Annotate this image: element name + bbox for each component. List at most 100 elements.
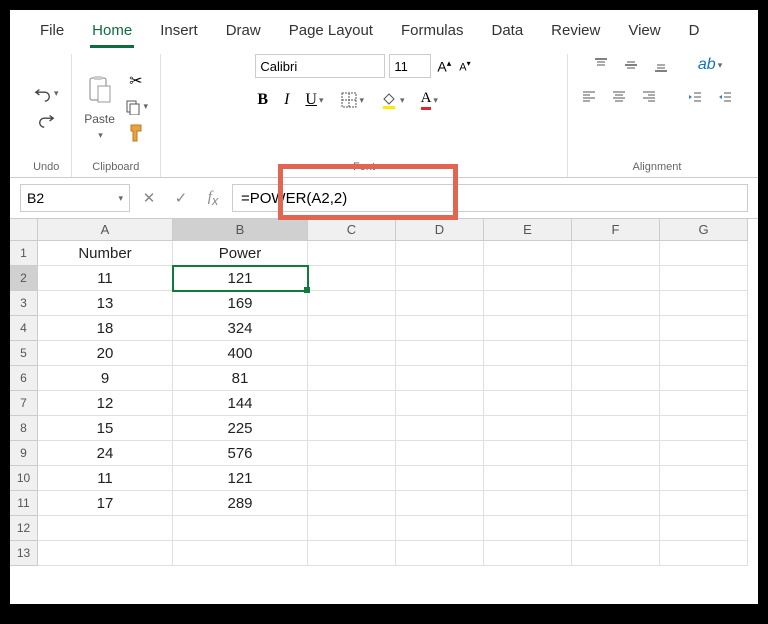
cell-C1[interactable]: [308, 241, 396, 266]
cell-A5[interactable]: 20: [38, 341, 173, 366]
cell-B7[interactable]: 144: [173, 391, 308, 416]
column-header[interactable]: D: [396, 219, 484, 241]
cell-B9[interactable]: 576: [173, 441, 308, 466]
cell-E6[interactable]: [484, 366, 572, 391]
cell-B13[interactable]: [173, 541, 308, 566]
cell-D13[interactable]: [396, 541, 484, 566]
formula-input[interactable]: =POWER(A2,2): [232, 184, 748, 212]
cell-E12[interactable]: [484, 516, 572, 541]
cell-F7[interactable]: [572, 391, 660, 416]
tab-formulas[interactable]: Formulas: [399, 18, 466, 48]
column-header[interactable]: G: [660, 219, 748, 241]
cell-D11[interactable]: [396, 491, 484, 516]
cell-E11[interactable]: [484, 491, 572, 516]
cell-B12[interactable]: [173, 516, 308, 541]
cell-A7[interactable]: 12: [38, 391, 173, 416]
cell-G2[interactable]: [660, 266, 748, 291]
font-name-select[interactable]: [255, 54, 385, 78]
cell-B10[interactable]: 121: [173, 466, 308, 491]
tab-draw[interactable]: Draw: [224, 18, 263, 48]
cell-C9[interactable]: [308, 441, 396, 466]
cell-B5[interactable]: 400: [173, 341, 308, 366]
cell-C13[interactable]: [308, 541, 396, 566]
enter-formula-button[interactable]: ✓: [168, 185, 194, 211]
cell-C7[interactable]: [308, 391, 396, 416]
cell-F1[interactable]: [572, 241, 660, 266]
cell-G6[interactable]: [660, 366, 748, 391]
row-header[interactable]: 3: [10, 291, 38, 316]
cell-E2[interactable]: [484, 266, 572, 291]
cell-F5[interactable]: [572, 341, 660, 366]
row-header[interactable]: 7: [10, 391, 38, 416]
tab-file[interactable]: File: [38, 18, 66, 48]
cell-C2[interactable]: [308, 266, 396, 291]
cell-A8[interactable]: 15: [38, 416, 173, 441]
name-box[interactable]: B2 ▾: [20, 184, 130, 212]
cell-E7[interactable]: [484, 391, 572, 416]
cell-B6[interactable]: 81: [173, 366, 308, 391]
cell-G4[interactable]: [660, 316, 748, 341]
cell-A12[interactable]: [38, 516, 173, 541]
cell-E1[interactable]: [484, 241, 572, 266]
cell-E4[interactable]: [484, 316, 572, 341]
cell-D12[interactable]: [396, 516, 484, 541]
cancel-formula-button[interactable]: ✕: [136, 185, 162, 211]
cell-E10[interactable]: [484, 466, 572, 491]
row-header[interactable]: 10: [10, 466, 38, 491]
orientation-button[interactable]: ab▾: [696, 54, 725, 76]
cell-G11[interactable]: [660, 491, 748, 516]
borders-button[interactable]: ▾: [338, 89, 367, 111]
cell-B1[interactable]: Power: [173, 241, 308, 266]
insert-function-button[interactable]: fx: [200, 185, 226, 211]
row-header[interactable]: 12: [10, 516, 38, 541]
format-painter-button[interactable]: [125, 122, 147, 144]
cell-D10[interactable]: [396, 466, 484, 491]
italic-button[interactable]: I: [282, 89, 291, 111]
row-header[interactable]: 13: [10, 541, 38, 566]
cell-F12[interactable]: [572, 516, 660, 541]
align-left-button[interactable]: [578, 86, 600, 108]
cell-G5[interactable]: [660, 341, 748, 366]
cell-C12[interactable]: [308, 516, 396, 541]
row-header[interactable]: 4: [10, 316, 38, 341]
increase-font-button[interactable]: A▴: [435, 56, 453, 77]
cell-F6[interactable]: [572, 366, 660, 391]
cell-A10[interactable]: 11: [38, 466, 173, 491]
tab-insert[interactable]: Insert: [158, 18, 200, 48]
cell-G12[interactable]: [660, 516, 748, 541]
cell-C11[interactable]: [308, 491, 396, 516]
row-header[interactable]: 8: [10, 416, 38, 441]
cell-D4[interactable]: [396, 316, 484, 341]
cell-G1[interactable]: [660, 241, 748, 266]
cell-C10[interactable]: [308, 466, 396, 491]
align-top-button[interactable]: [590, 54, 612, 76]
cell-B11[interactable]: 289: [173, 491, 308, 516]
underline-button[interactable]: U▾: [303, 89, 325, 111]
copy-button[interactable]: ▾: [122, 96, 151, 118]
cell-E3[interactable]: [484, 291, 572, 316]
cell-C5[interactable]: [308, 341, 396, 366]
cell-A3[interactable]: 13: [38, 291, 173, 316]
row-header[interactable]: 11: [10, 491, 38, 516]
cell-A13[interactable]: [38, 541, 173, 566]
cell-G9[interactable]: [660, 441, 748, 466]
cell-F13[interactable]: [572, 541, 660, 566]
cell-A1[interactable]: Number: [38, 241, 173, 266]
cell-B2[interactable]: 121: [173, 266, 308, 291]
font-size-select[interactable]: [389, 54, 431, 78]
cell-A6[interactable]: 9: [38, 366, 173, 391]
paste-button[interactable]: [82, 72, 118, 108]
cell-B3[interactable]: 169: [173, 291, 308, 316]
increase-indent-button[interactable]: [714, 86, 736, 108]
tab-home[interactable]: Home: [90, 18, 134, 48]
cell-C3[interactable]: [308, 291, 396, 316]
cell-F9[interactable]: [572, 441, 660, 466]
cut-button[interactable]: ✂: [125, 70, 147, 92]
row-header[interactable]: 2: [10, 266, 38, 291]
cell-A9[interactable]: 24: [38, 441, 173, 466]
align-right-button[interactable]: [638, 86, 660, 108]
decrease-font-button[interactable]: A▾: [457, 57, 472, 76]
tab-view[interactable]: View: [626, 18, 662, 48]
cell-A4[interactable]: 18: [38, 316, 173, 341]
font-color-button[interactable]: A▾: [419, 88, 440, 112]
